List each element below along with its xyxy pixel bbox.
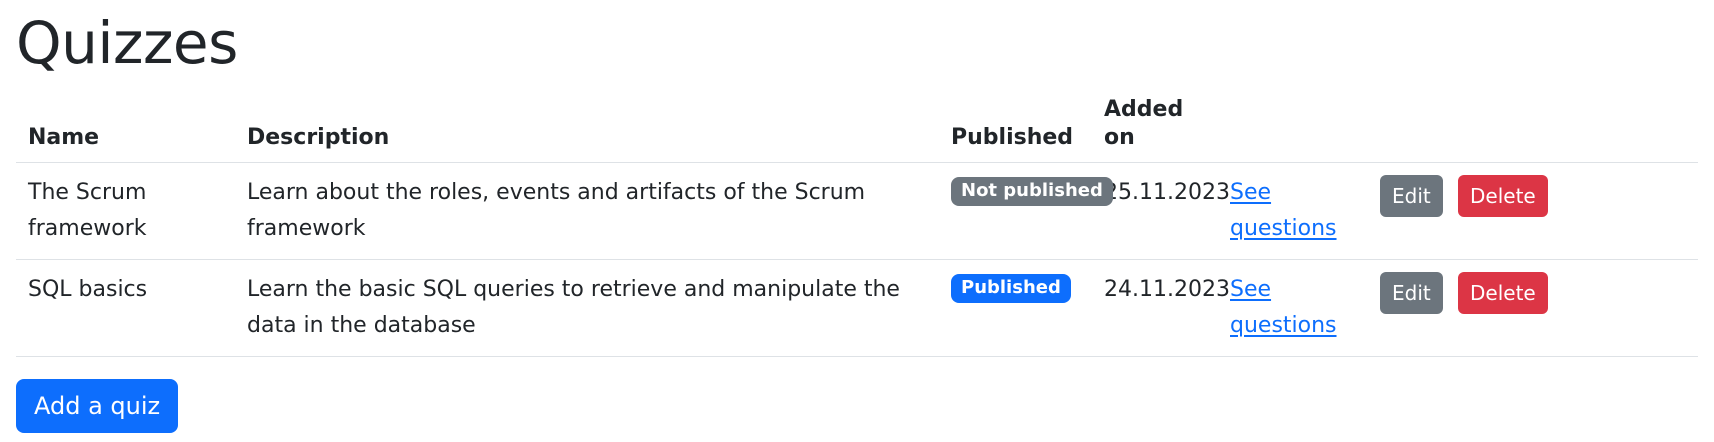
column-header-delete [1446,84,1698,163]
see-questions-cell: See questions [1218,162,1368,260]
column-header-published: Published [939,84,1092,163]
quiz-name: SQL basics [16,259,235,357]
page-title: Quizzes [16,9,238,77]
added-on-date: 24.11.2023 [1092,259,1230,357]
table-row: The Scrum framework Learn about the role… [16,162,1698,260]
status-cell: Not published [939,162,1113,260]
status-cell: Published [939,259,1092,357]
added-on-date: 25.11.2023 [1092,162,1230,260]
column-header-description: Description [235,84,939,163]
delete-button[interactable]: Delete [1458,175,1548,217]
table-row: SQL basics Learn the basic SQL queries t… [16,259,1698,357]
quiz-table: Name Description Published Added on The … [16,84,1698,357]
column-header-links [1218,84,1368,163]
see-questions-link[interactable]: See questions [1230,180,1337,241]
quiz-description: Learn about the roles, events and artifa… [235,162,939,260]
column-header-added-on: Added on [1092,84,1218,163]
edit-cell: Edit [1368,259,1446,357]
table-header-row: Name Description Published Added on [16,84,1698,163]
edit-button[interactable]: Edit [1380,272,1443,314]
delete-cell: Delete [1446,259,1698,357]
edit-button[interactable]: Edit [1380,175,1443,217]
status-badge: Published [951,273,1071,303]
delete-cell: Delete [1446,162,1698,260]
delete-button[interactable]: Delete [1458,272,1548,314]
see-questions-cell: See questions [1218,259,1368,357]
column-header-edit [1368,84,1446,163]
page-container: Quizzes Name Description Published Added… [0,0,1714,433]
quiz-name: The Scrum framework [16,162,235,260]
see-questions-link[interactable]: See questions [1230,277,1337,338]
add-quiz-button[interactable]: Add a quiz [16,379,179,433]
status-badge: Not published [951,176,1113,206]
column-header-name: Name [16,84,235,163]
edit-cell: Edit [1368,162,1446,260]
quiz-description: Learn the basic SQL queries to retrieve … [235,259,939,357]
